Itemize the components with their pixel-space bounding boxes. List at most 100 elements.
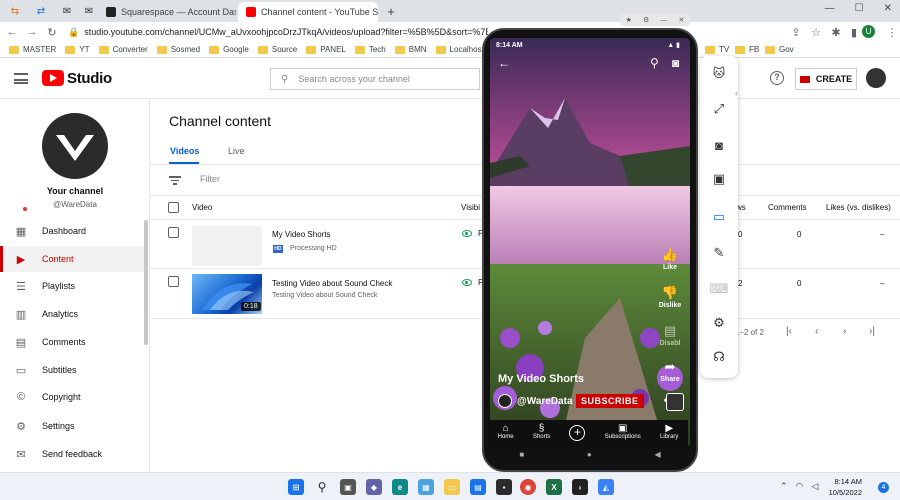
terminal-icon[interactable]: ›: [572, 479, 588, 495]
row-checkbox[interactable]: [168, 276, 179, 287]
gmail-icon[interactable]: ✉: [80, 3, 98, 19]
column-header-comments[interactable]: Comments: [768, 203, 807, 212]
channel-avatar[interactable]: [42, 113, 108, 179]
sound-avatar[interactable]: [666, 393, 684, 411]
sidebar-item-dashboard[interactable]: ▦ Dashboard: [0, 218, 148, 244]
mascot-icon[interactable]: 🐱: [710, 64, 728, 82]
sidebar-scrollbar[interactable]: [144, 220, 148, 345]
file-explorer-icon[interactable]: ▭: [444, 479, 460, 495]
bookmark-folder[interactable]: Localhost: [435, 45, 484, 54]
column-header-video[interactable]: Video: [192, 203, 212, 212]
filter-icon[interactable]: [169, 176, 181, 185]
sidebar-item-copyright[interactable]: © Copyright: [0, 384, 148, 410]
sidebar-icon[interactable]: ▮: [846, 26, 862, 39]
chrome-icon[interactable]: ◉: [520, 479, 536, 495]
filter-input[interactable]: Filter: [200, 174, 220, 184]
record-video-icon[interactable]: ▣: [710, 170, 728, 188]
home-button-icon[interactable]: ●: [587, 450, 592, 459]
back-triangle-icon[interactable]: ◀: [654, 450, 660, 459]
tab-live[interactable]: Live: [228, 146, 245, 156]
sidebar-item-subtitles[interactable]: ▭ Subtitles: [0, 357, 148, 383]
column-header-likes[interactable]: Likes (vs. dislikes): [826, 203, 891, 212]
brush-icon[interactable]: ✎: [710, 244, 728, 262]
headset-icon[interactable]: ☊: [710, 348, 728, 366]
share-page-icon[interactable]: ⇪: [788, 26, 804, 39]
prev-page-icon[interactable]: ‹: [815, 326, 818, 337]
sidebar-item-settings[interactable]: ⚙ Settings: [0, 413, 148, 439]
mirror-app-icon[interactable]: ◭: [598, 479, 614, 495]
video-title[interactable]: My Video Shorts: [272, 230, 331, 239]
bookmark-folder[interactable]: Sosmed: [156, 45, 200, 54]
forward-icon[interactable]: →: [24, 26, 40, 38]
last-page-icon[interactable]: ›|: [869, 326, 875, 337]
share-button[interactable]: ➦ Share: [652, 360, 688, 384]
help-icon[interactable]: ?: [770, 71, 784, 85]
comments-disabled-button[interactable]: ▤ Disabl: [652, 324, 688, 348]
camera-icon[interactable]: ◙: [672, 56, 679, 70]
new-tab-button[interactable]: +: [382, 3, 400, 19]
bookmark-folder[interactable]: Tech: [354, 45, 386, 54]
maximize-icon[interactable]: ☐: [855, 3, 864, 14]
reload-icon[interactable]: ↻: [44, 26, 60, 39]
url-field[interactable]: 🔒 studio.youtube.com/channel/UCMw_aUvxooh…: [68, 27, 488, 38]
sidebar-item-comments[interactable]: ▤ Comments: [0, 329, 148, 355]
like-button[interactable]: 👍 Like: [652, 248, 688, 272]
create-button[interactable]: CREATE: [795, 68, 857, 90]
bookmark-folder[interactable]: BMN: [394, 45, 427, 54]
first-page-icon[interactable]: |‹: [786, 326, 792, 337]
collapse-caret-icon[interactable]: ‹: [735, 88, 738, 98]
account-avatar[interactable]: [866, 68, 886, 88]
settings-icon[interactable]: ⚙: [643, 16, 649, 24]
close-icon[interactable]: ✕: [679, 16, 685, 24]
search-icon[interactable]: ⚲: [650, 56, 659, 70]
minimize-icon[interactable]: —: [825, 3, 835, 14]
sidebar-item-playlists[interactable]: ☰ Playlists: [0, 273, 148, 299]
next-page-icon[interactable]: ›: [843, 326, 846, 337]
close-window-icon[interactable]: ✕: [884, 3, 892, 14]
bookmark-folder[interactable]: FB: [735, 45, 759, 54]
gmail-icon[interactable]: ✉: [58, 3, 76, 19]
nav-home[interactable]: ⌂ Home: [498, 423, 514, 440]
tab-channel-content[interactable]: Channel content - YouTube Stu ✕: [238, 2, 378, 22]
windows-start-icon[interactable]: ⊞: [288, 479, 304, 495]
extensions-icon[interactable]: ✱: [828, 26, 844, 39]
tray-chevron-icon[interactable]: ⌃: [780, 481, 788, 492]
sidebar-item-content[interactable]: ▶ Content: [0, 246, 148, 272]
minimize-icon[interactable]: —: [660, 17, 667, 24]
notification-badge[interactable]: 4: [878, 482, 889, 493]
short-channel[interactable]: @WareData: [498, 394, 573, 408]
pinned-tab-icon[interactable]: ⇆: [6, 3, 24, 19]
app-icon[interactable]: ▪: [496, 479, 512, 495]
video-title[interactable]: Testing Video about Sound Check: [272, 279, 392, 288]
taskbar-search-icon[interactable]: ⚲: [314, 479, 330, 495]
nav-subscriptions[interactable]: ▣ Subscriptions: [605, 423, 641, 440]
sidebar-item-analytics[interactable]: ▥ Analytics: [0, 301, 148, 327]
fullscreen-icon[interactable]: ⤢: [710, 100, 728, 118]
back-arrow-icon[interactable]: ←: [498, 56, 510, 70]
bookmark-folder[interactable]: TV: [705, 45, 729, 54]
excel-icon[interactable]: X: [546, 479, 562, 495]
settings-gear-icon[interactable]: ⚙: [710, 314, 728, 332]
task-view-icon[interactable]: ▣: [340, 479, 356, 495]
nav-shorts[interactable]: § Shorts: [533, 423, 550, 440]
back-icon[interactable]: ←: [4, 26, 20, 38]
photos-icon[interactable]: ▦: [418, 479, 434, 495]
search-input[interactable]: ⚲ Search across your channel: [270, 68, 480, 90]
youtube-logo-icon[interactable]: [42, 70, 64, 86]
nav-create[interactable]: +: [569, 423, 586, 441]
subscribe-button[interactable]: SUBSCRIBE: [576, 394, 644, 408]
screenshot-camera-icon[interactable]: ◙: [710, 136, 728, 154]
wifi-icon[interactable]: ◠: [796, 481, 804, 492]
select-all-checkbox[interactable]: [168, 202, 179, 213]
screen-cast-icon[interactable]: ▭: [710, 208, 728, 226]
bookmark-folder[interactable]: Converter: [98, 45, 148, 54]
pin-icon[interactable]: ★: [626, 16, 632, 24]
bookmark-folder[interactable]: PANEL: [306, 45, 346, 54]
bookmark-star-icon[interactable]: ☆: [808, 26, 824, 39]
taskbar-clock[interactable]: 8:14 AM 10/5/2022: [812, 476, 862, 498]
dislike-button[interactable]: 👎 Dislike: [652, 286, 688, 310]
row-checkbox[interactable]: [168, 227, 179, 238]
bookmark-folder[interactable]: MASTER: [9, 45, 56, 54]
bookmark-folder[interactable]: Gov: [765, 45, 794, 54]
recents-icon[interactable]: ■: [519, 450, 524, 459]
